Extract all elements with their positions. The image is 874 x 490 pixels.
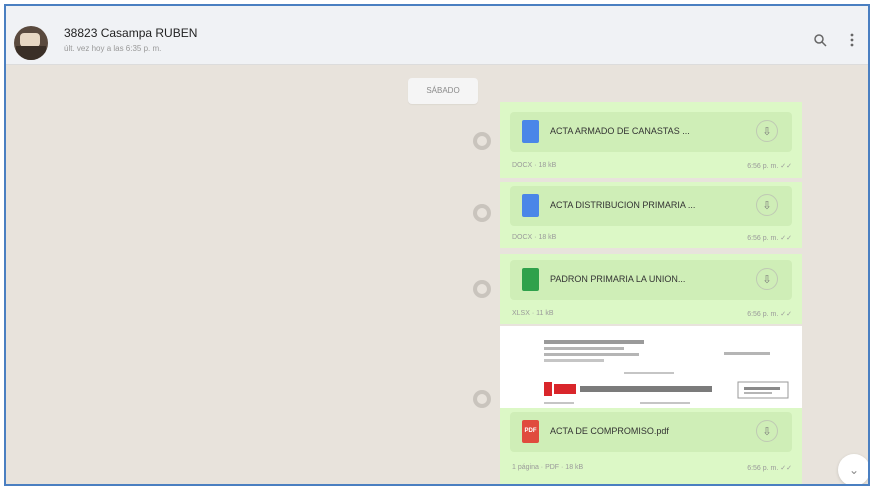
forward-icon[interactable] (473, 280, 491, 298)
forward-icon[interactable] (473, 390, 491, 408)
document-attachment[interactable]: PDF ACTA DE COMPROMISO.pdf ⇩ (510, 412, 792, 452)
date-chip: SÁBADO (408, 78, 478, 104)
download-icon[interactable]: ⇩ (756, 120, 778, 142)
scroll-down-button[interactable]: ⌄ (838, 454, 868, 484)
message-bubble[interactable]: PDF ACTA DE COMPROMISO.pdf ⇩ 1 página · … (500, 408, 802, 484)
chat-window: 38823 Casampa RUBEN últ. vez hoy a las 6… (4, 4, 870, 486)
file-meta: DOCX · 18 kB (512, 234, 557, 241)
file-name: ACTA DISTRIBUCION PRIMARIA ... (550, 200, 696, 210)
file-name: ACTA ARMADO DE CANASTAS ... (550, 126, 690, 136)
file-meta: DOCX · 18 kB (512, 162, 557, 169)
pdf-file-icon: PDF (522, 420, 539, 443)
search-icon[interactable] (810, 32, 830, 52)
xlsx-file-icon (522, 268, 539, 291)
message-time: 6:56 p. m. ✓✓ (747, 235, 792, 242)
last-seen-status: últ. vez hoy a las 6:35 p. m. (64, 44, 162, 53)
forward-icon[interactable] (473, 204, 491, 222)
pdf-preview-thumbnail[interactable] (500, 326, 802, 414)
document-attachment[interactable]: ACTA ARMADO DE CANASTAS ... ⇩ (510, 112, 792, 152)
message-bubble[interactable]: PADRON PRIMARIA LA UNION... ⇩ XLSX · 11 … (500, 254, 802, 324)
document-thumbnail-graphic (544, 340, 789, 404)
message-time: 6:56 p. m. ✓✓ (747, 311, 792, 318)
file-name: ACTA DE COMPROMISO.pdf (550, 426, 669, 436)
docx-file-icon (522, 120, 539, 143)
avatar-image (20, 33, 40, 47)
avatar[interactable] (14, 26, 48, 60)
chat-header: 38823 Casampa RUBEN últ. vez hoy a las 6… (6, 6, 868, 65)
file-name: PADRON PRIMARIA LA UNION... (550, 274, 686, 284)
download-icon[interactable]: ⇩ (756, 420, 778, 442)
document-attachment[interactable]: ACTA DISTRIBUCION PRIMARIA ... ⇩ (510, 186, 792, 226)
message-time: 6:56 p. m. ✓✓ (747, 163, 792, 170)
message-time: 6:56 p. m. ✓✓ (747, 465, 792, 472)
forward-icon[interactable] (473, 132, 491, 150)
message-bubble[interactable]: ACTA DISTRIBUCION PRIMARIA ... ⇩ DOCX · … (500, 182, 802, 248)
docx-file-icon (522, 194, 539, 217)
contact-name[interactable]: 38823 Casampa RUBEN (64, 26, 197, 40)
avatar-image-bg (16, 46, 46, 60)
download-icon[interactable]: ⇩ (756, 194, 778, 216)
document-attachment[interactable]: PADRON PRIMARIA LA UNION... ⇩ (510, 260, 792, 300)
file-meta: XLSX · 11 kB (512, 310, 554, 317)
message-bubble[interactable]: ACTA ARMADO DE CANASTAS ... ⇩ DOCX · 18 … (500, 102, 802, 178)
kebab-menu-icon[interactable] (842, 32, 862, 52)
file-meta: 1 página · PDF · 18 kB (512, 464, 584, 471)
download-icon[interactable]: ⇩ (756, 268, 778, 290)
